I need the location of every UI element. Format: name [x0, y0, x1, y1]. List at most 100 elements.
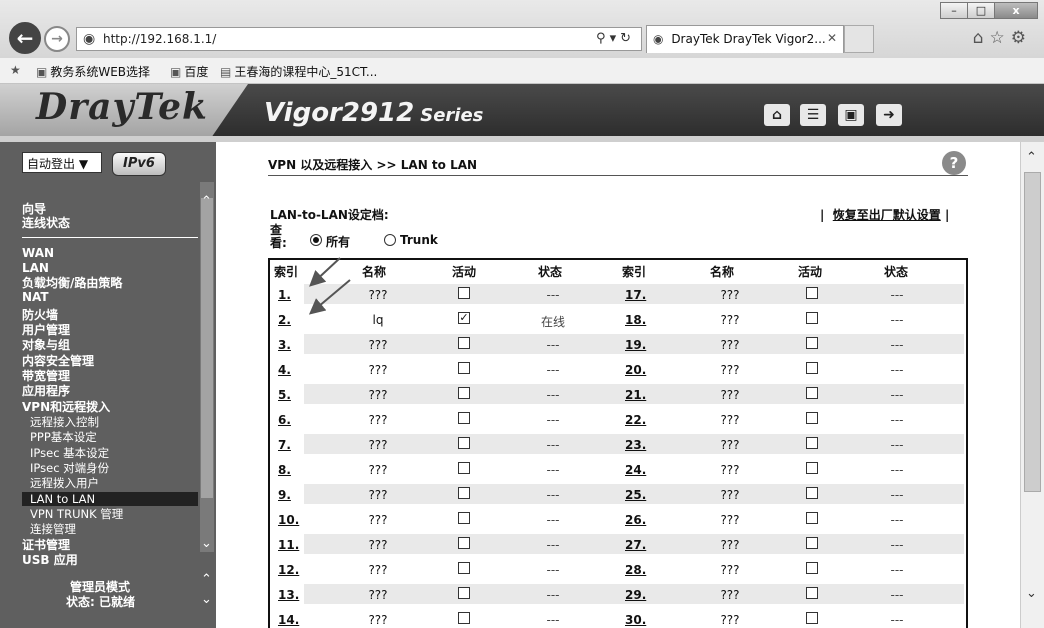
menu-bandwidth[interactable]: 带宽管理	[22, 369, 70, 383]
active-checkbox[interactable]	[806, 337, 818, 349]
profile-index-link[interactable]: 11.	[278, 538, 308, 552]
profile-index-link[interactable]: 14.	[278, 613, 308, 627]
active-checkbox[interactable]	[458, 537, 470, 549]
active-checkbox[interactable]	[458, 562, 470, 574]
page-scrollbar[interactable]: ⌃ ⌄	[1020, 142, 1044, 628]
active-checkbox[interactable]	[458, 612, 470, 624]
active-checkbox[interactable]	[458, 287, 470, 299]
menu-remote-dialin-user[interactable]: 远程拨入用户	[30, 476, 99, 490]
menu-certificate[interactable]: 证书管理	[22, 538, 70, 552]
profile-index-link[interactable]: 12.	[278, 563, 308, 577]
menu-objects-groups[interactable]: 对象与组	[22, 338, 70, 352]
profile-index-link[interactable]: 8.	[278, 463, 308, 477]
menu-online-status[interactable]: 连线状态	[22, 216, 70, 230]
auto-logout-select[interactable]: 自动登出 ▼	[22, 152, 102, 173]
profile-index-link[interactable]: 27.	[625, 538, 655, 552]
profile-index-link[interactable]: 4.	[278, 363, 308, 377]
forward-button[interactable]: →	[44, 26, 70, 52]
profile-index-link[interactable]: 28.	[625, 563, 655, 577]
sliders-icon[interactable]: ☰	[800, 104, 826, 126]
profile-index-link[interactable]: 21.	[625, 388, 655, 402]
scroll-down-icon[interactable]: ⌄	[201, 592, 212, 607]
radio-trunk-label[interactable]: Trunk	[400, 233, 438, 247]
menu-applications[interactable]: 应用程序	[22, 384, 70, 398]
active-checkbox[interactable]	[458, 512, 470, 524]
active-checkbox[interactable]	[806, 612, 818, 624]
profile-index-link[interactable]: 20.	[625, 363, 655, 377]
menu-user-management[interactable]: 用户管理	[22, 323, 70, 337]
tab-close-icon[interactable]: ✕	[827, 31, 837, 45]
profile-index-link[interactable]: 26.	[625, 513, 655, 527]
menu-load-balance[interactable]: 负载均衡/路由策略	[22, 276, 122, 290]
scroll-up-icon[interactable]: ⌃	[201, 572, 212, 587]
profile-index-link[interactable]: 1.	[278, 288, 308, 302]
active-checkbox[interactable]	[458, 412, 470, 424]
sidebar-scrollbar[interactable]	[200, 182, 214, 552]
new-tab-button[interactable]	[844, 25, 874, 53]
profile-index-link[interactable]: 29.	[625, 588, 655, 602]
profile-index-link[interactable]: 10.	[278, 513, 308, 527]
active-checkbox[interactable]	[458, 387, 470, 399]
active-checkbox[interactable]	[458, 362, 470, 374]
radio-trunk[interactable]	[384, 234, 396, 246]
back-button[interactable]: ←	[9, 22, 41, 54]
profile-index-link[interactable]: 30.	[625, 613, 655, 627]
favorite-link[interactable]: ▣ 教务系统WEB选择	[36, 63, 150, 80]
scroll-down-icon[interactable]: ⌄	[201, 536, 212, 551]
restore-defaults-link[interactable]: | 恢复至出厂默认设置 |	[820, 206, 949, 223]
profile-index-link[interactable]: 5.	[278, 388, 308, 402]
active-checkbox[interactable]	[806, 387, 818, 399]
favorites-add-icon[interactable]: ★	[10, 63, 24, 77]
profile-index-link[interactable]: 6.	[278, 413, 308, 427]
address-url[interactable]: http://192.168.1.1/	[103, 32, 216, 46]
save-icon[interactable]: ▣	[838, 104, 864, 126]
active-checkbox[interactable]: ✓	[458, 312, 470, 324]
profile-index-link[interactable]: 24.	[625, 463, 655, 477]
active-checkbox[interactable]	[806, 412, 818, 424]
active-checkbox[interactable]	[458, 437, 470, 449]
maximize-button[interactable]: □	[967, 2, 995, 19]
scroll-up-icon[interactable]: ⌃	[201, 194, 212, 209]
menu-nat[interactable]: NAT	[22, 290, 49, 304]
active-checkbox[interactable]	[458, 462, 470, 474]
menu-remote-access-control[interactable]: 远程接入控制	[30, 415, 99, 429]
menu-vpn[interactable]: VPN和远程拨入	[22, 400, 110, 414]
home-icon[interactable]: ⌂	[973, 28, 990, 48]
active-checkbox[interactable]	[806, 537, 818, 549]
close-button[interactable]: x	[994, 2, 1038, 19]
active-checkbox[interactable]	[806, 362, 818, 374]
active-checkbox[interactable]	[806, 587, 818, 599]
radio-all-label[interactable]: 所有	[326, 233, 350, 250]
browser-tab[interactable]: ◉ DrayTek DrayTek Vigor2... ✕	[646, 25, 844, 53]
active-checkbox[interactable]	[806, 312, 818, 324]
favorite-link[interactable]: ▤ 王春海的课程中心_51CT...	[220, 63, 377, 80]
menu-wizard[interactable]: 向导	[22, 202, 46, 216]
profile-index-link[interactable]: 23.	[625, 438, 655, 452]
menu-ppp-general[interactable]: PPP基本设定	[30, 430, 97, 444]
scroll-up-icon[interactable]: ⌃	[1026, 150, 1037, 165]
active-checkbox[interactable]	[458, 487, 470, 499]
sidebar-scroll-thumb[interactable]	[201, 198, 213, 498]
active-checkbox[interactable]	[458, 587, 470, 599]
logout-icon[interactable]: ➜	[876, 104, 902, 126]
menu-lan[interactable]: LAN	[22, 261, 49, 275]
favorites-star-icon[interactable]: ☆	[990, 28, 1011, 48]
ipv6-badge[interactable]: IPv6	[112, 152, 166, 176]
profile-index-link[interactable]: 22.	[625, 413, 655, 427]
menu-firewall[interactable]: 防火墙	[22, 308, 58, 322]
minimize-button[interactable]: –	[940, 2, 968, 19]
favorite-link[interactable]: ▣ 百度	[170, 63, 208, 80]
profile-index-link[interactable]: 7.	[278, 438, 308, 452]
profile-index-link[interactable]: 9.	[278, 488, 308, 502]
home-icon[interactable]: ⌂	[764, 104, 790, 126]
profile-index-link[interactable]: 3.	[278, 338, 308, 352]
active-checkbox[interactable]	[806, 562, 818, 574]
settings-gear-icon[interactable]: ⚙	[1011, 28, 1032, 48]
profile-index-link[interactable]: 25.	[625, 488, 655, 502]
scroll-down-icon[interactable]: ⌄	[1026, 586, 1037, 601]
active-checkbox[interactable]	[806, 487, 818, 499]
profile-index-link[interactable]: 2.	[278, 313, 308, 327]
active-checkbox[interactable]	[806, 462, 818, 474]
active-checkbox[interactable]	[806, 437, 818, 449]
menu-usb[interactable]: USB 应用	[22, 553, 78, 567]
